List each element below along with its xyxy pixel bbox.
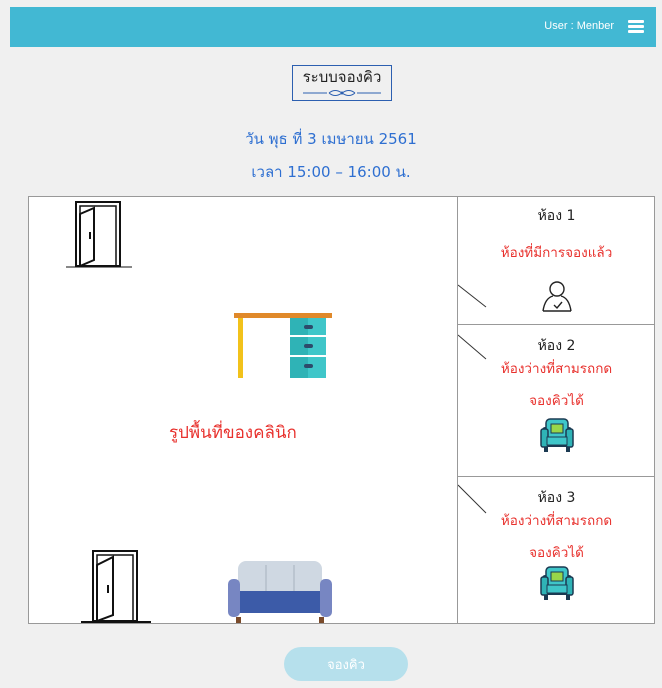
sofa-icon [228, 561, 332, 623]
book-queue-button[interactable]: จองคิว [284, 647, 408, 681]
user-label[interactable]: User : Menber [544, 20, 614, 32]
armchair-icon [540, 566, 574, 600]
title-ornament-icon [303, 90, 381, 96]
door-icon [66, 201, 132, 268]
desk-icon [234, 313, 332, 378]
door-swing-line [458, 284, 487, 308]
room-name: ห้อง 1 [537, 208, 576, 224]
room-status: ห้องที่มีการจองแล้ว [500, 245, 613, 261]
date-text: วัน พุธ ที่ 3 เมษายน 2561 [245, 130, 417, 148]
hamburger-icon[interactable] [628, 20, 644, 33]
clinic-area-label: รูปพื้นที่ของคลินิก [169, 423, 297, 443]
time-text: เวลา 15:00 – 16:00 น. [251, 163, 411, 181]
room-1[interactable]: ห้อง 1 ห้องที่มีการจองแล้ว [458, 197, 655, 325]
page-title: ระบบจองคิว [302, 68, 382, 86]
door-swing-line [458, 334, 487, 360]
room-list: ห้อง 1 ห้องที่มีการจองแล้ว ห้อง 2 ห้องว่… [457, 197, 655, 623]
room-2[interactable]: ห้อง 2 ห้องว่างที่สามรถกด จองคิวได้ [458, 325, 655, 477]
clinic-floor-plan: รูปพื้นที่ของคลินิก ห้อง 1 ห้องที่มีการจ… [28, 196, 655, 624]
room-status: จองคิวได้ [529, 393, 584, 409]
door-icon [81, 550, 151, 623]
armchair-icon [540, 418, 574, 452]
top-bar: User : Menber [10, 7, 656, 47]
room-status: จองคิวได้ [529, 545, 584, 561]
page-title-box: ระบบจองคิว [292, 65, 392, 101]
room-3[interactable]: ห้อง 3 ห้องว่างที่สามรถกด จองคิวได้ [458, 477, 655, 623]
door-swing-line [458, 484, 487, 514]
user-icon [542, 281, 572, 312]
